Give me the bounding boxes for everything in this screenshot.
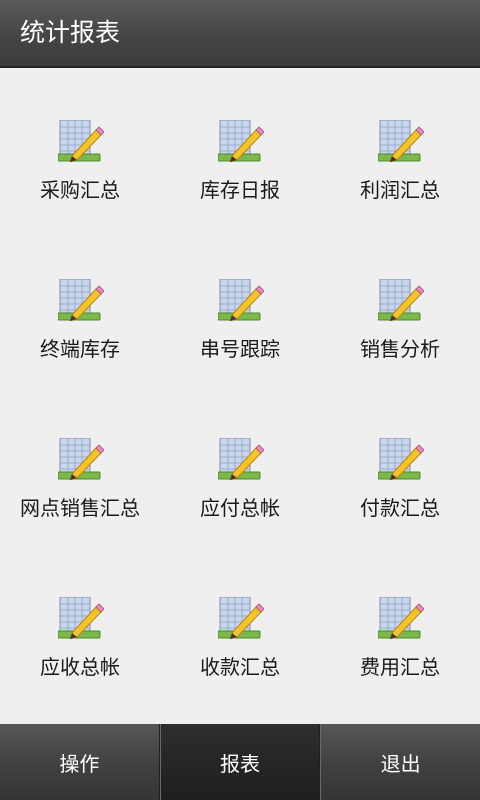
report-edit-icon xyxy=(58,120,104,162)
report-item-daily-stock[interactable]: 库存日报 xyxy=(160,88,320,208)
report-edit-icon xyxy=(218,597,264,639)
report-item-label: 应付总帐 xyxy=(200,496,280,520)
report-edit-icon xyxy=(218,120,264,162)
report-edit-icon xyxy=(58,438,104,480)
tab-reports[interactable]: 报表 xyxy=(159,724,321,800)
report-edit-icon xyxy=(218,438,264,480)
app-window: 统计报表 采购汇总 库存日报 利润汇总 终端库存 串号跟踪 销售分析 网点销售汇… xyxy=(0,0,480,800)
report-item-label: 终端库存 xyxy=(40,337,120,361)
report-item-receipt-summary[interactable]: 收款汇总 xyxy=(160,565,320,685)
report-item-sales-analysis[interactable]: 销售分析 xyxy=(320,247,480,367)
report-item-payment-summary[interactable]: 付款汇总 xyxy=(320,406,480,526)
tab-operations[interactable]: 操作 xyxy=(0,724,160,800)
report-item-label: 利润汇总 xyxy=(360,178,440,202)
report-item-terminal-stock[interactable]: 终端库存 xyxy=(0,247,160,367)
report-grid: 采购汇总 库存日报 利润汇总 终端库存 串号跟踪 销售分析 网点销售汇总 应付总… xyxy=(0,68,480,724)
report-edit-icon xyxy=(378,279,424,321)
report-edit-icon xyxy=(58,597,104,639)
bottom-tab-bar: 操作 报表 退出 xyxy=(0,724,480,800)
report-item-label: 网点销售汇总 xyxy=(20,496,140,520)
report-item-label: 销售分析 xyxy=(360,337,440,361)
report-item-serial-tracking[interactable]: 串号跟踪 xyxy=(160,247,320,367)
report-item-label: 应收总帐 xyxy=(40,655,120,679)
report-item-label: 串号跟踪 xyxy=(200,337,280,361)
report-item-label: 收款汇总 xyxy=(200,655,280,679)
title-bar: 统计报表 xyxy=(0,0,480,68)
report-item-receivables-ledger[interactable]: 应收总帐 xyxy=(0,565,160,685)
report-item-label: 库存日报 xyxy=(200,178,280,202)
report-item-expense-summary[interactable]: 费用汇总 xyxy=(320,565,480,685)
report-item-label: 采购汇总 xyxy=(40,178,120,202)
report-edit-icon xyxy=(58,279,104,321)
report-item-payables-ledger[interactable]: 应付总帐 xyxy=(160,406,320,526)
report-item-purchase-summary[interactable]: 采购汇总 xyxy=(0,88,160,208)
report-edit-icon xyxy=(378,597,424,639)
tab-exit[interactable]: 退出 xyxy=(320,724,480,800)
page-title: 统计报表 xyxy=(20,18,121,47)
report-edit-icon xyxy=(378,438,424,480)
report-edit-icon xyxy=(378,120,424,162)
report-edit-icon xyxy=(218,279,264,321)
report-item-label: 付款汇总 xyxy=(360,496,440,520)
report-item-outlet-sales-summary[interactable]: 网点销售汇总 xyxy=(0,406,160,526)
report-item-profit-summary[interactable]: 利润汇总 xyxy=(320,88,480,208)
report-item-label: 费用汇总 xyxy=(360,655,440,679)
